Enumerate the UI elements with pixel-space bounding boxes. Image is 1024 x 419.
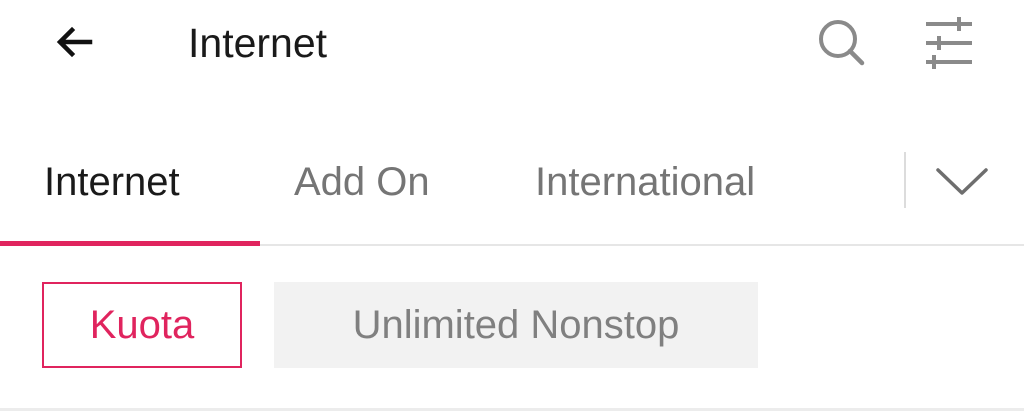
top-app-bar: Internet (0, 0, 1024, 90)
chip-label: Kuota (89, 303, 195, 347)
app-screen: Internet Internet Add On International K… (0, 0, 1024, 419)
arrow-left-icon (56, 26, 93, 58)
tab-divider (904, 152, 906, 208)
tab-internet[interactable]: Internet (44, 140, 180, 242)
tab-international[interactable]: International (535, 140, 755, 242)
tab-label: Internet (44, 160, 180, 204)
filter-chip-kuota[interactable]: Kuota (42, 282, 242, 368)
chevron-down-icon (936, 168, 988, 195)
page-title: Internet (188, 20, 328, 66)
tab-add-on[interactable]: Add On (294, 140, 430, 242)
tab-label: Add On (294, 160, 430, 204)
back-button[interactable] (48, 20, 100, 64)
search-button[interactable] (812, 14, 870, 72)
search-icon (819, 20, 865, 66)
sliders-icon (926, 17, 972, 69)
tab-label: International (535, 160, 756, 204)
filter-button[interactable] (918, 14, 980, 72)
filter-chip-unlimited-nonstop[interactable]: Unlimited Nonstop (274, 282, 758, 368)
section-divider (0, 408, 1024, 411)
active-tab-indicator (0, 241, 260, 246)
chip-label: Unlimited Nonstop (352, 303, 680, 347)
category-tabs: Internet Add On International (0, 140, 1024, 246)
more-tabs-button[interactable] (930, 150, 994, 212)
